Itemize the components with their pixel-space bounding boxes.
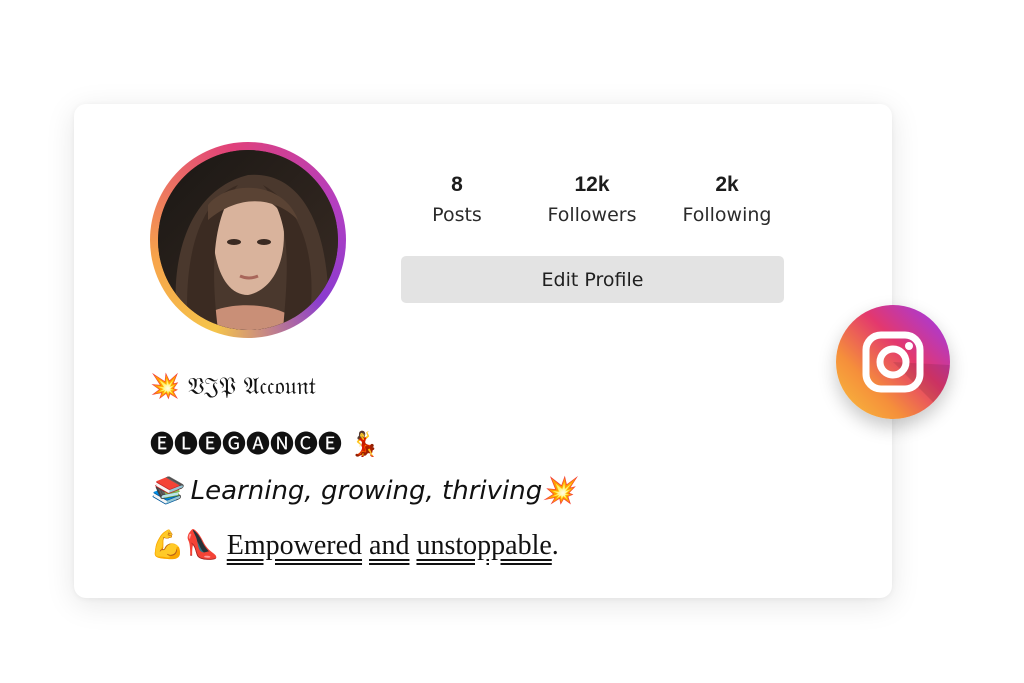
learning-text: Learning, growing, thriving bbox=[190, 476, 543, 506]
avatar-photo bbox=[158, 150, 338, 330]
stat-posts-label: Posts bbox=[432, 204, 482, 226]
word-and: and bbox=[369, 530, 410, 561]
stat-following[interactable]: 2k Following bbox=[662, 170, 792, 230]
bio-line-vip: 💥 𝔙𝔍𝔓 𝔄𝔠𝔠𝔬𝔲𝔫𝔱 bbox=[150, 372, 316, 400]
period: . bbox=[551, 530, 559, 561]
stat-followers[interactable]: 12k Followers bbox=[527, 170, 657, 230]
explosion-emoji: 💥 bbox=[150, 372, 180, 400]
stat-following-label: Following bbox=[682, 204, 772, 226]
muscle-heel-emoji: 💪👠 bbox=[150, 530, 220, 561]
elegance-text: 🅔🅛🅔🅖🅐🅝🅒🅔 bbox=[150, 430, 342, 458]
bio-line-learning: 📚 Learning, growing, thriving💥 bbox=[150, 476, 575, 506]
bio-line-elegance: 🅔🅛🅔🅖🅐🅝🅒🅔 💃 bbox=[150, 424, 380, 459]
stat-followers-label: Followers bbox=[547, 204, 637, 226]
bio-line-empowered: 💪👠 Empowered and unstoppable. bbox=[150, 528, 559, 562]
stat-following-value: 2k bbox=[715, 173, 739, 196]
explosion-emoji-end: 💥 bbox=[542, 476, 575, 506]
stat-posts-value: 8 bbox=[451, 173, 463, 196]
word-empowered: Empowered bbox=[226, 530, 363, 561]
instagram-logo-icon[interactable] bbox=[836, 305, 950, 419]
avatar[interactable] bbox=[158, 150, 338, 330]
word-unstoppable: unstoppable bbox=[416, 530, 552, 561]
books-emoji: 📚 bbox=[150, 476, 183, 506]
dancer-emoji: 💃 bbox=[349, 430, 380, 458]
stat-posts[interactable]: 8 Posts bbox=[392, 170, 522, 230]
avatar-story-ring[interactable] bbox=[150, 142, 346, 338]
stat-followers-value: 12k bbox=[574, 173, 610, 196]
instagram-glyph-icon bbox=[862, 331, 950, 419]
edit-profile-button[interactable]: Edit Profile bbox=[401, 256, 784, 303]
vip-account-text: 𝔙𝔍𝔓 𝔄𝔠𝔠𝔬𝔲𝔫𝔱 bbox=[187, 372, 316, 400]
